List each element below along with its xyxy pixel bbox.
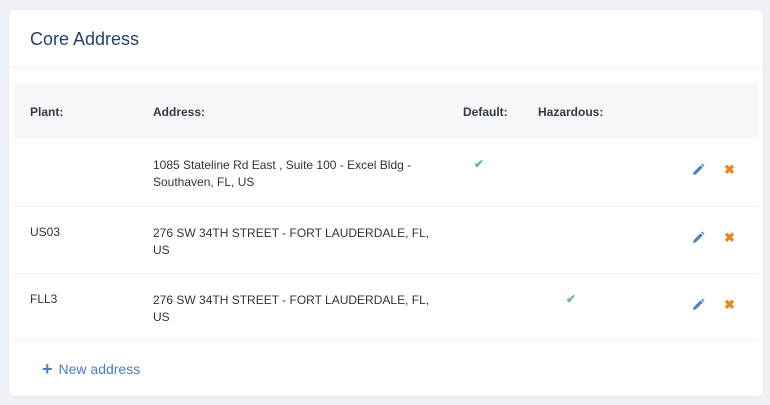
pencil-icon[interactable] bbox=[691, 163, 705, 177]
address-table: Plant: Address: Default: Hazardous: 1085… bbox=[14, 83, 758, 341]
new-address-button[interactable]: + New address bbox=[42, 358, 140, 379]
row-address: 1085 Stateline Rd East , Suite 100 - Exc… bbox=[153, 158, 412, 189]
header-plant: Plant: bbox=[30, 105, 64, 119]
table-header: Plant: Address: Default: Hazardous: bbox=[14, 83, 758, 139]
pencil-icon[interactable] bbox=[691, 298, 705, 312]
table-row: 1085 Stateline Rd East , Suite 100 - Exc… bbox=[14, 139, 758, 207]
header-address: Address: bbox=[153, 105, 206, 119]
new-address-label: New address bbox=[58, 361, 141, 377]
table-row: FLL3 276 SW 34TH STREET - FORT LAUDERDAL… bbox=[14, 274, 758, 341]
default-check-icon: ✔ bbox=[474, 157, 485, 171]
close-icon[interactable]: ✖ bbox=[724, 162, 735, 178]
card-title: Core Address bbox=[30, 29, 140, 49]
close-icon[interactable]: ✖ bbox=[724, 297, 735, 313]
hazardous-check-icon: ✔ bbox=[566, 292, 577, 306]
card-header: Core Address bbox=[9, 10, 763, 68]
table-row: US03 276 SW 34TH STREET - FORT LAUDERDAL… bbox=[14, 207, 758, 274]
close-icon[interactable]: ✖ bbox=[724, 230, 735, 246]
row-address: 276 SW 34TH STREET - FORT LAUDERDALE, FL… bbox=[153, 226, 430, 257]
pencil-icon[interactable] bbox=[691, 231, 705, 245]
plus-icon: + bbox=[42, 359, 53, 379]
header-default: Default: bbox=[463, 105, 508, 119]
row-address: 276 SW 34TH STREET - FORT LAUDERDALE, FL… bbox=[153, 293, 430, 324]
row-plant: US03 bbox=[30, 225, 61, 239]
row-plant: FLL3 bbox=[30, 292, 58, 306]
header-hazardous: Hazardous: bbox=[538, 105, 604, 119]
core-address-card: Core Address Plant: Address: Default: Ha… bbox=[9, 10, 763, 396]
